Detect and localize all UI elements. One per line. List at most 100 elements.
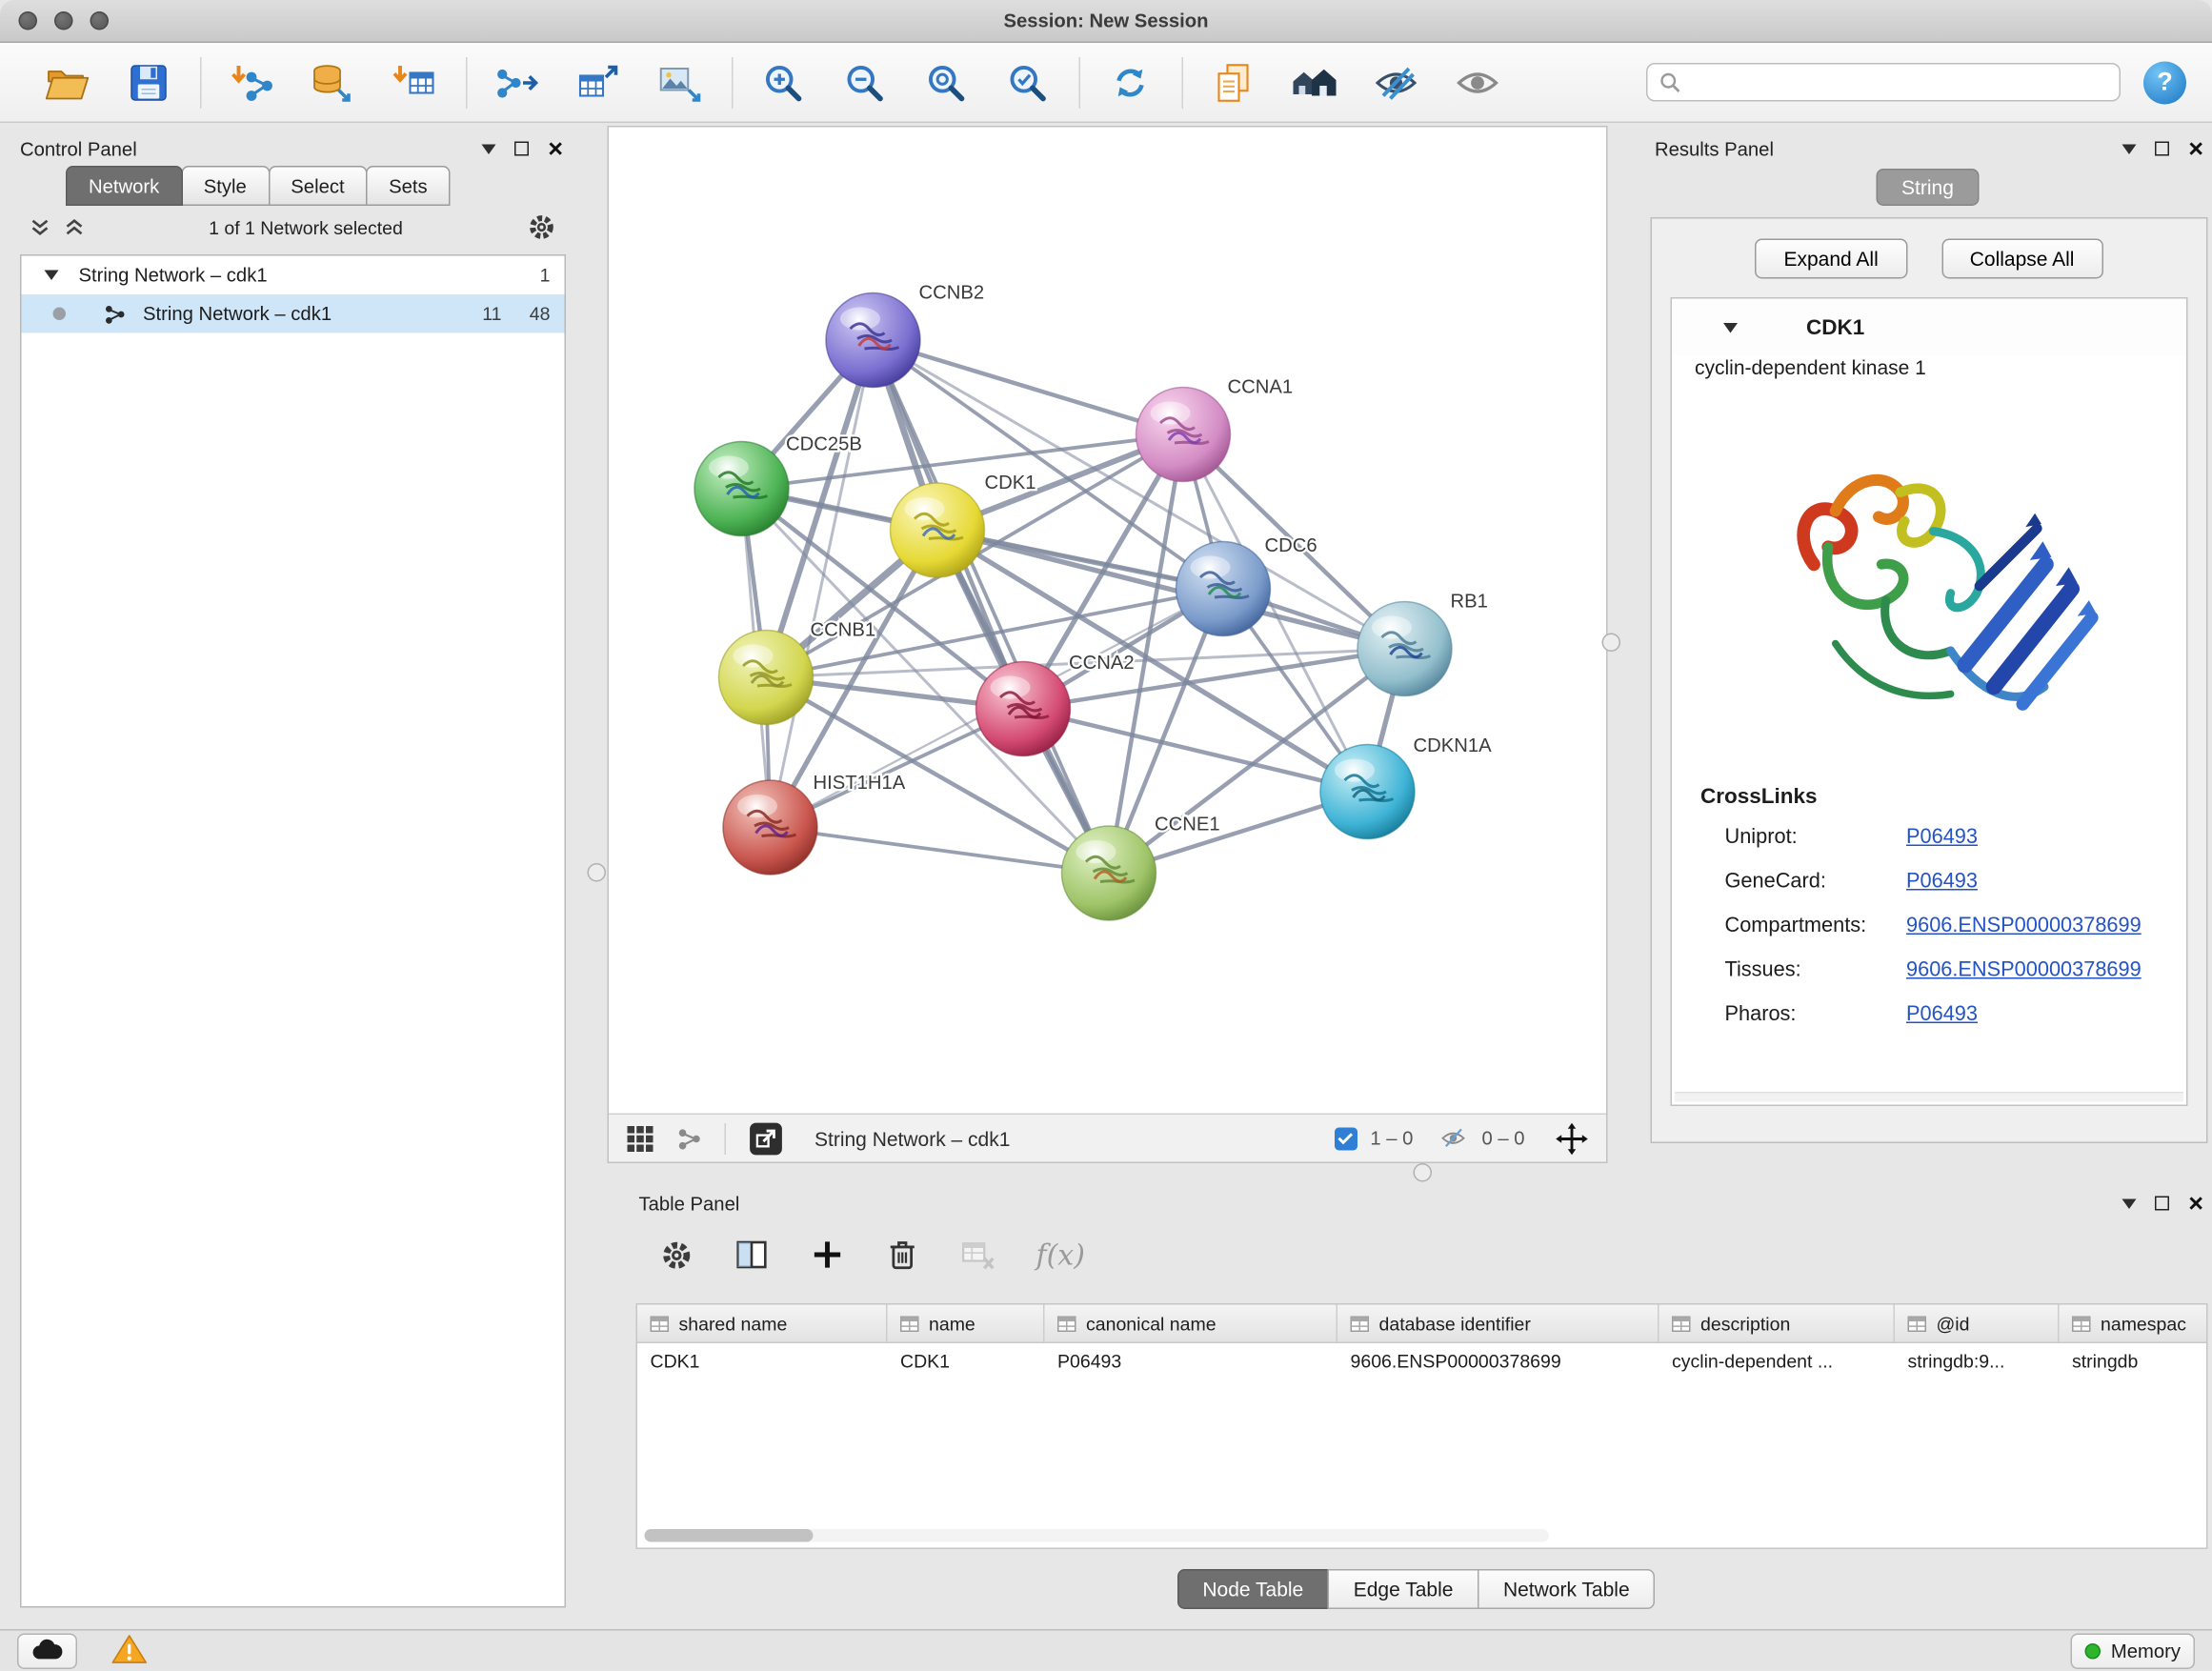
close-window-button[interactable] [19, 11, 38, 30]
toolbar-separator [1079, 56, 1081, 108]
column-header-canonical-name[interactable]: canonical name [1045, 1305, 1338, 1342]
network-node-RB1[interactable] [1357, 602, 1452, 696]
network-node-CCNB1[interactable] [719, 631, 814, 725]
zoom-fit-button[interactable] [914, 50, 979, 113]
crosslink-link[interactable]: P06493 [1906, 870, 1978, 893]
network-edge[interactable] [771, 340, 874, 828]
zoom-in-button[interactable] [751, 50, 816, 113]
protein-description: cyclin-dependent kinase 1 [1672, 356, 2186, 379]
tree-caret-icon[interactable] [45, 271, 59, 281]
grid-icon[interactable] [626, 1124, 654, 1153]
zoom-out-button[interactable] [832, 50, 897, 113]
crosslink-label: GeneCard: [1725, 870, 1907, 893]
table-horizontal-scrollbar[interactable] [645, 1529, 1550, 1542]
network-node-CCNE1[interactable] [1062, 826, 1156, 920]
open-in-new-icon[interactable] [748, 1119, 785, 1157]
column-header-shared-name[interactable]: shared name [637, 1305, 888, 1342]
export-table-button[interactable] [566, 50, 632, 113]
scrollbar-thumb[interactable] [645, 1529, 814, 1542]
search-input[interactable] [1691, 71, 2108, 93]
network-edge[interactable] [874, 340, 1184, 434]
expand-all-button[interactable]: Expand All [1755, 239, 1906, 279]
panel-menu-icon[interactable] [482, 144, 496, 154]
float-panel-icon[interactable] [2156, 1197, 2170, 1211]
export-network-button[interactable] [485, 50, 551, 113]
network-collection-row[interactable]: String Network – cdk1 1 [22, 256, 565, 295]
duplicate-network-button[interactable] [1200, 50, 1266, 113]
minimize-window-button[interactable] [54, 11, 73, 30]
cloud-button[interactable] [17, 1633, 77, 1669]
crosslink-link[interactable]: P06493 [1906, 825, 1978, 848]
column-header-description[interactable]: description [1659, 1305, 1896, 1342]
crosslink-link[interactable]: 9606.ENSP00000378699 [1906, 958, 2142, 981]
crosslink-link[interactable]: P06493 [1906, 1002, 1978, 1025]
show-hidden-button[interactable] [1445, 50, 1511, 113]
open-session-button[interactable] [34, 50, 100, 113]
network-node-CDKN1A[interactable] [1320, 745, 1415, 839]
add-column-plus-icon[interactable] [809, 1237, 846, 1274]
network-edge[interactable] [771, 828, 1110, 874]
network-edge[interactable] [874, 340, 1110, 874]
maximize-window-button[interactable] [90, 11, 110, 30]
splitter-handle[interactable] [1602, 634, 1621, 653]
network-canvas[interactable]: CCNB2CCNA1CDC25BCDK1CDC6RB1CCNB1CCNA2CDK… [609, 128, 1606, 1114]
tab-sets[interactable]: Sets [366, 166, 451, 206]
import-network-file-button[interactable] [219, 50, 285, 113]
card-scrollbar[interactable] [1675, 1092, 2183, 1102]
network-node-HIST1H1A[interactable] [723, 780, 817, 875]
tab-node-table[interactable]: Node Table [1176, 1569, 1329, 1609]
warnings-button[interactable] [111, 1633, 148, 1669]
delete-table-icon[interactable] [959, 1237, 998, 1274]
collapse-all-button[interactable]: Collapse All [1941, 239, 2103, 279]
collapse-section-icon[interactable] [1723, 322, 1738, 332]
close-panel-icon[interactable]: × [2188, 1195, 2203, 1212]
column-header-namespac[interactable]: namespac [2060, 1305, 2208, 1342]
column-header-name[interactable]: name [888, 1305, 1045, 1342]
export-image-button[interactable] [648, 50, 714, 113]
tab-network[interactable]: Network [66, 166, 182, 206]
close-panel-icon[interactable]: × [2188, 140, 2203, 157]
splitter-handle[interactable] [588, 863, 607, 882]
network-node-CCNA2[interactable] [976, 662, 1071, 756]
collapse-all-networks-icon[interactable] [63, 216, 86, 239]
network-node-CDK1[interactable] [891, 483, 985, 577]
crosshair-icon[interactable] [1555, 1121, 1589, 1156]
refresh-view-button[interactable] [1097, 50, 1163, 113]
home-view-button[interactable] [1282, 50, 1348, 113]
network-row[interactable]: String Network – cdk1 11 48 [22, 294, 565, 333]
hide-selected-button[interactable] [1363, 50, 1429, 113]
delete-column-trash-icon[interactable] [885, 1237, 921, 1274]
column-header--id[interactable]: @id [1895, 1305, 2060, 1342]
crosslinks-list: Uniprot:P06493GeneCard:P06493Compartment… [1672, 815, 2186, 1037]
import-network-database-button[interactable] [300, 50, 366, 113]
network-node-CDC6[interactable] [1176, 542, 1271, 636]
tab-style[interactable]: Style [181, 166, 270, 206]
tab-select[interactable]: Select [268, 166, 367, 206]
function-builder-button[interactable]: f(x) [1036, 1238, 1085, 1272]
table-options-gear-icon[interactable] [659, 1237, 695, 1273]
column-header-database-identifier[interactable]: database identifier [1337, 1305, 1659, 1342]
splitter-handle[interactable] [1414, 1163, 1433, 1182]
network-node-CDC25B[interactable] [694, 442, 789, 536]
share-icon[interactable] [676, 1125, 704, 1151]
float-panel-icon[interactable] [2156, 142, 2170, 156]
table-row[interactable]: CDK1CDK1P064939606.ENSP00000378699cyclin… [637, 1343, 2206, 1380]
help-button[interactable]: ? [2143, 61, 2186, 104]
crosslink-link[interactable]: 9606.ENSP00000378699 [1906, 914, 2142, 936]
tab-string[interactable]: String [1876, 169, 1980, 206]
tab-network-table[interactable]: Network Table [1478, 1569, 1656, 1609]
expand-all-networks-icon[interactable] [29, 216, 51, 239]
panel-menu-icon[interactable] [2122, 1198, 2137, 1209]
network-node-CCNB2[interactable] [826, 293, 920, 388]
float-panel-icon[interactable] [515, 142, 530, 156]
network-options-gear-icon[interactable] [526, 211, 557, 243]
zoom-selected-button[interactable] [995, 50, 1060, 113]
tab-edge-table[interactable]: Edge Table [1328, 1569, 1479, 1609]
import-table-button[interactable] [382, 50, 448, 113]
network-node-CCNA1[interactable] [1136, 388, 1231, 482]
memory-button[interactable]: Memory [2071, 1633, 2195, 1669]
show-columns-icon[interactable] [734, 1237, 771, 1274]
close-panel-icon[interactable]: × [548, 140, 563, 157]
panel-menu-icon[interactable] [2122, 144, 2137, 154]
save-session-button[interactable] [116, 50, 182, 113]
